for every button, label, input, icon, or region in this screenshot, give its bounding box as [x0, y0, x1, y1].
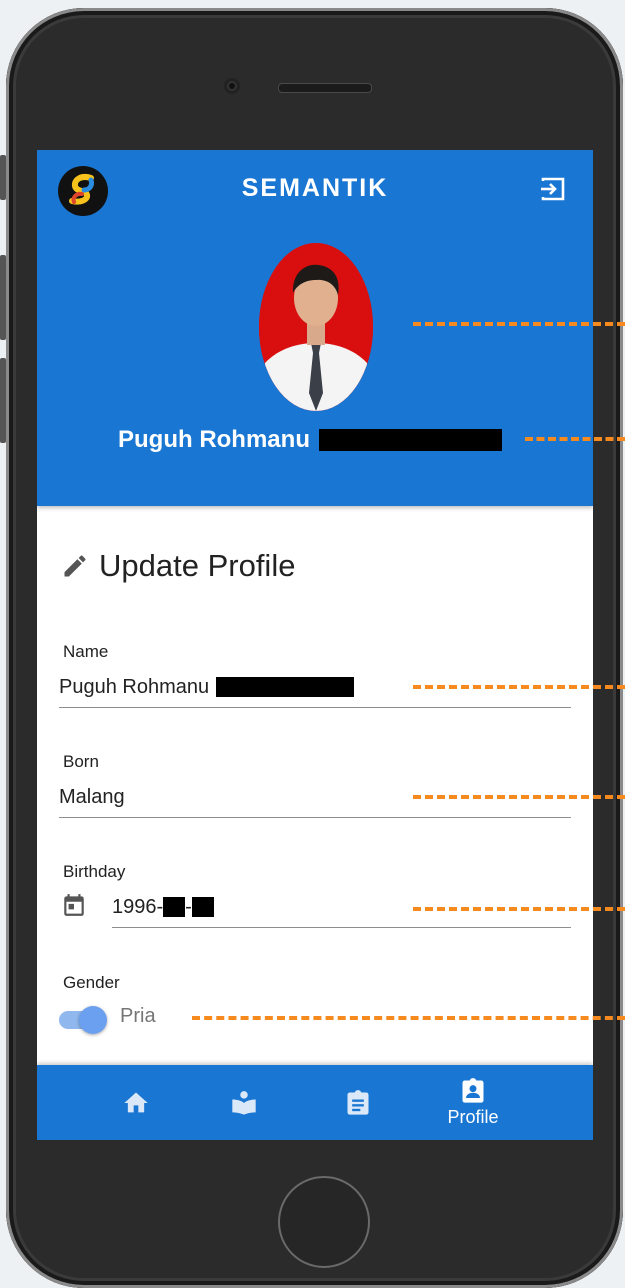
volume-up-button — [0, 255, 6, 340]
nav-learn[interactable] — [204, 1065, 284, 1140]
camera-icon — [224, 78, 240, 94]
redacted-block — [216, 677, 355, 697]
nav-profile-label: Profile — [447, 1107, 499, 1127]
born-value: Malang — [59, 785, 125, 808]
annotation-line — [413, 685, 625, 689]
gender-value: Pria — [120, 1005, 156, 1027]
bottom-nav: Profile — [37, 1065, 593, 1140]
app-screen: SEMANTIK Puguh Rohmanu Update Profile Na… — [37, 150, 593, 1140]
annotation-line — [413, 322, 625, 326]
birthday-value: 1996- — [112, 895, 164, 918]
redacted-block — [191, 897, 214, 917]
redacted-block — [163, 897, 186, 917]
redacted-block — [318, 429, 502, 451]
gender-toggle[interactable] — [59, 1002, 113, 1036]
profile-name-row: Puguh Rohmanu — [118, 422, 502, 458]
annotation-line — [525, 437, 625, 441]
profile-name: Puguh Rohmanu — [118, 426, 310, 453]
app-title: SEMANTIK — [241, 174, 389, 202]
update-profile-heading: Update Profile — [61, 548, 295, 584]
volume-down-button — [0, 358, 6, 443]
name-value: Puguh Rohmanu — [59, 675, 210, 698]
avatar[interactable] — [259, 243, 373, 411]
nav-home[interactable] — [96, 1065, 176, 1140]
birthday-separator: - — [185, 895, 192, 918]
born-label: Born — [63, 752, 99, 771]
mute-switch — [0, 155, 6, 200]
speaker-grille — [278, 83, 372, 93]
section-title: Update Profile — [99, 548, 296, 583]
calendar-icon[interactable] — [61, 892, 87, 918]
pencil-icon — [64, 555, 86, 577]
gender-label: Gender — [63, 973, 120, 992]
book-reader-icon — [232, 1090, 256, 1115]
profile-badge-icon — [462, 1078, 484, 1103]
name-label: Name — [63, 642, 109, 661]
toggle-thumb[interactable] — [79, 1006, 107, 1034]
annotation-line — [413, 795, 625, 799]
profile-header: SEMANTIK Puguh Rohmanu — [37, 150, 593, 506]
nav-profile[interactable]: Profile — [433, 1065, 513, 1140]
logout-icon[interactable] — [539, 175, 567, 203]
clipboard-icon — [347, 1089, 369, 1115]
home-icon — [124, 1092, 148, 1112]
birthday-label: Birthday — [63, 862, 126, 881]
home-hardware-button[interactable] — [278, 1176, 370, 1268]
annotation-line — [413, 907, 625, 911]
nav-tasks[interactable] — [318, 1065, 398, 1140]
annotation-line — [192, 1016, 625, 1020]
